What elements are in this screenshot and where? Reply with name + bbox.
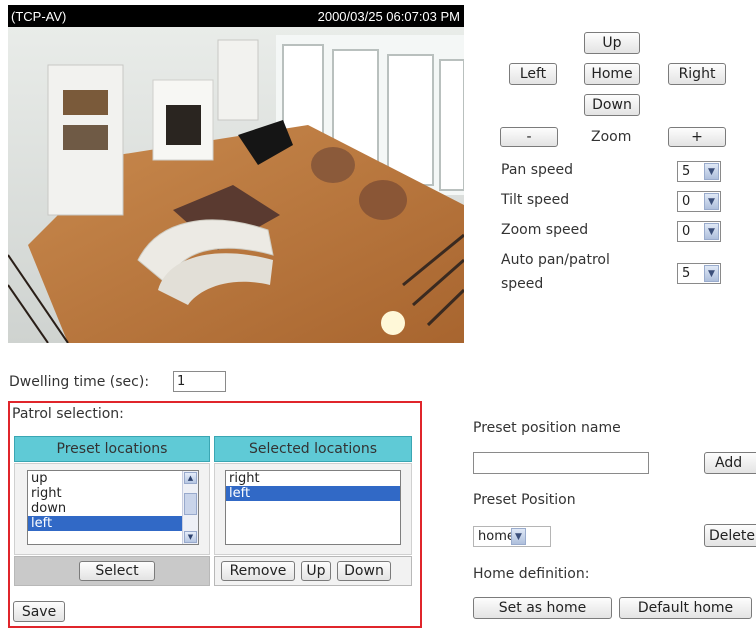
- dwelling-time-input[interactable]: 1: [173, 371, 226, 392]
- preset-position-select[interactable]: home ▼: [473, 526, 551, 547]
- auto-speed-label-line2: speed: [501, 276, 544, 292]
- pan-up-button[interactable]: Up: [584, 32, 640, 54]
- selected-locations-list[interactable]: right left: [225, 470, 401, 545]
- chevron-down-icon: ▼: [704, 163, 719, 180]
- move-up-button[interactable]: Up: [301, 561, 331, 581]
- preset-list-scrollbar[interactable]: ▲ ▼: [182, 471, 198, 544]
- scroll-thumb[interactable]: [184, 493, 197, 515]
- list-item[interactable]: left: [226, 486, 400, 501]
- tilt-speed-label: Tilt speed: [501, 192, 570, 208]
- pan-home-button[interactable]: Home: [584, 63, 640, 85]
- preset-name-input[interactable]: [473, 452, 649, 474]
- selected-actions-row: Remove Up Down: [214, 556, 412, 586]
- video-overlay-bar: (TCP-AV) 2000/03/25 06:07:03 PM: [8, 5, 464, 27]
- list-item[interactable]: right: [226, 471, 400, 486]
- selected-locations-header: Selected locations: [214, 436, 412, 462]
- auto-patrol-speed-select[interactable]: 5 ▼: [677, 263, 721, 284]
- auto-speed-value: 5: [682, 266, 691, 281]
- tilt-speed-select[interactable]: 0 ▼: [677, 191, 721, 212]
- auto-speed-label-line1: Auto pan/patrol: [501, 252, 610, 268]
- preset-position-label: Preset Position: [473, 492, 576, 508]
- pan-down-button[interactable]: Down: [584, 94, 640, 116]
- chevron-down-icon: ▼: [704, 265, 719, 282]
- list-item[interactable]: up: [28, 471, 198, 486]
- patrol-selection-panel: Patrol selection: Preset locations Selec…: [8, 401, 422, 628]
- select-button[interactable]: Select: [79, 561, 155, 581]
- zoom-label: Zoom: [591, 129, 632, 145]
- zoom-in-button[interactable]: +: [668, 127, 726, 147]
- list-item[interactable]: down: [28, 501, 198, 516]
- preset-name-label: Preset position name: [473, 420, 621, 436]
- camera-video-view: (TCP-AV) 2000/03/25 06:07:03 PM: [8, 5, 464, 343]
- pan-speed-label: Pan speed: [501, 162, 574, 178]
- tilt-speed-value: 0: [682, 194, 691, 209]
- save-button[interactable]: Save: [13, 601, 65, 622]
- select-row: Select: [14, 556, 210, 586]
- pan-speed-select[interactable]: 5 ▼: [677, 161, 721, 182]
- zoom-speed-select[interactable]: 0 ▼: [677, 221, 721, 242]
- chevron-down-icon: ▼: [704, 223, 719, 240]
- chevron-down-icon: ▼: [511, 528, 526, 545]
- room-scene-image: [8, 27, 464, 343]
- pan-speed-value: 5: [682, 164, 691, 179]
- zoom-speed-label: Zoom speed: [501, 222, 589, 238]
- preset-locations-header: Preset locations: [14, 436, 210, 462]
- delete-preset-button[interactable]: Delete: [704, 524, 756, 547]
- remove-button[interactable]: Remove: [221, 561, 295, 581]
- preset-locations-list[interactable]: up right down left ▲ ▼: [27, 470, 199, 545]
- chevron-down-icon: ▼: [704, 193, 719, 210]
- home-definition-label: Home definition:: [473, 566, 590, 582]
- default-home-button[interactable]: Default home: [619, 597, 752, 619]
- zoom-out-button[interactable]: -: [500, 127, 558, 147]
- camera-name: (TCP-AV): [11, 9, 67, 24]
- pan-left-button[interactable]: Left: [509, 63, 557, 85]
- patrol-selection-title: Patrol selection:: [12, 406, 124, 422]
- preset-locations-cell: up right down left ▲ ▼: [14, 463, 210, 555]
- video-timestamp: 2000/03/25 06:07:03 PM: [317, 9, 460, 24]
- scroll-up-icon[interactable]: ▲: [184, 472, 197, 484]
- add-preset-button[interactable]: Add: [704, 452, 756, 474]
- preset-position-value: home: [478, 529, 515, 544]
- selected-locations-cell: right left: [214, 463, 412, 555]
- move-down-button[interactable]: Down: [337, 561, 391, 581]
- set-as-home-button[interactable]: Set as home: [473, 597, 612, 619]
- zoom-speed-value: 0: [682, 224, 691, 239]
- list-item[interactable]: left: [28, 516, 198, 531]
- list-item[interactable]: right: [28, 486, 198, 501]
- dwelling-time-label: Dwelling time (sec):: [9, 374, 150, 390]
- pan-right-button[interactable]: Right: [668, 63, 726, 85]
- scroll-down-icon[interactable]: ▼: [184, 531, 197, 543]
